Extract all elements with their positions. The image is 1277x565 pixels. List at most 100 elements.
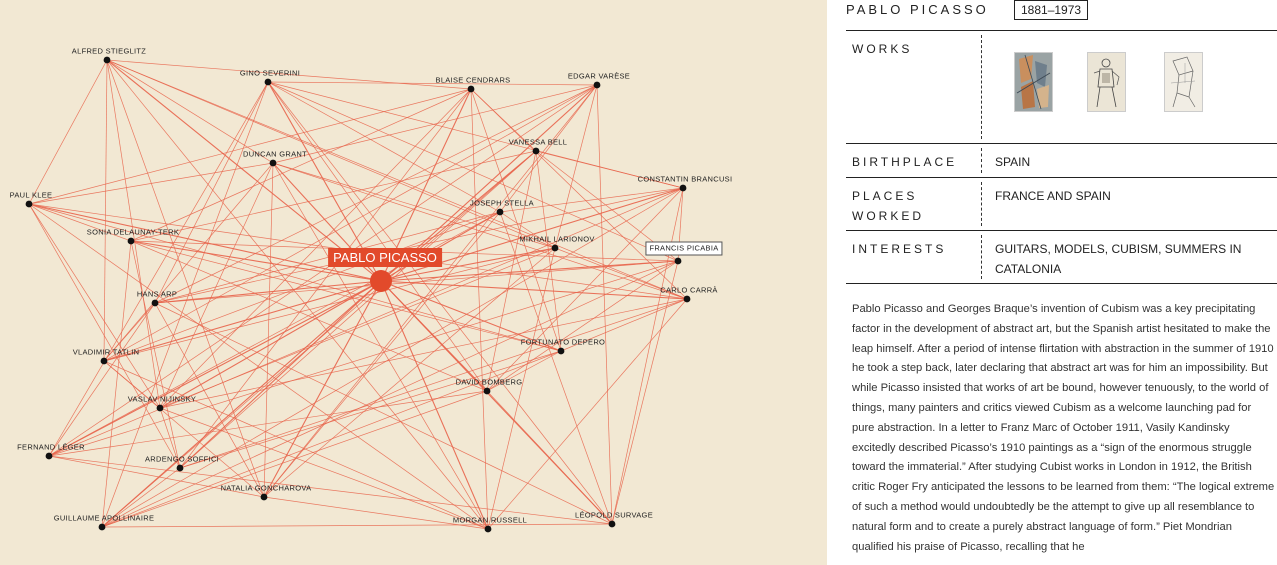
node-label-nijinsky[interactable]: VASLAV NIJINSKY — [128, 395, 196, 404]
edge-stieglitz-tatlin — [103, 59, 108, 362]
node-russell[interactable] — [484, 525, 492, 533]
row-divider — [981, 148, 982, 173]
node-label-stieglitz[interactable]: ALFRED STIEGLITZ — [72, 47, 146, 56]
node-arp[interactable] — [151, 299, 159, 307]
node-stieglitz[interactable] — [103, 56, 111, 64]
node-label-cendrars[interactable]: BLAISE CENDRARS — [436, 76, 511, 85]
focus-node[interactable] — [370, 270, 392, 292]
node-label-klee[interactable]: PAUL KLEE — [10, 191, 53, 200]
artist-header: PABLO PICASSO 1881–1973 — [846, 0, 1277, 31]
node-picabia[interactable] — [674, 257, 682, 265]
edge-focus-klee — [28, 203, 382, 282]
edge-stieglitz-goncharova — [106, 59, 265, 498]
birthplace-label: BIRTHPLACE — [852, 155, 958, 169]
edge-tatlin-goncharova — [103, 360, 265, 498]
node-label-survage[interactable]: LÉOPOLD SURVAGE — [575, 511, 653, 520]
node-bomberg[interactable] — [483, 387, 491, 395]
node-depero[interactable] — [557, 347, 565, 355]
node-delaunay[interactable] — [127, 237, 135, 245]
node-label-depero[interactable]: FORTUNATO DEPERO — [521, 338, 605, 347]
node-brancusi[interactable] — [679, 184, 687, 192]
edge-focus-russell — [380, 280, 489, 530]
edge-klee-soffici — [28, 203, 181, 469]
artist-name: PABLO PICASSO — [846, 2, 989, 17]
edge-cendrars-delaunay — [130, 88, 472, 242]
birthplace-row: BIRTHPLACE SPAIN — [846, 144, 1277, 178]
artwork-thumbnail-2[interactable] — [1087, 52, 1126, 112]
node-label-leger[interactable]: FERNAND LÉGER — [17, 443, 85, 452]
node-grant[interactable] — [269, 159, 277, 167]
edge-grant-nijinsky — [159, 162, 274, 409]
row-divider — [981, 35, 982, 139]
node-varese[interactable] — [593, 81, 601, 89]
node-apollinaire[interactable] — [98, 523, 106, 531]
birthplace-value: SPAIN — [995, 155, 1031, 169]
node-label-apollinaire[interactable]: GUILLAUME APOLLINAIRE — [54, 514, 155, 523]
edge-larionov-goncharova — [263, 247, 556, 498]
node-label-severini[interactable]: GINO SEVERINI — [240, 69, 300, 78]
works-row: WORKS — [846, 31, 1277, 144]
node-label-grant[interactable]: DUNCAN GRANT — [243, 150, 307, 159]
network-graph-canvas[interactable] — [0, 0, 827, 565]
edge-cendrars-klee — [28, 88, 472, 205]
artwork-thumbnail-3[interactable] — [1164, 52, 1203, 112]
node-cendrars[interactable] — [467, 85, 475, 93]
node-label-carra[interactable]: CARLO CARRÀ — [660, 286, 717, 295]
artist-description: Pablo Picasso and Georges Braque’s inven… — [852, 303, 1275, 553]
node-label-picabia[interactable]: FRANCIS PICABIA — [645, 241, 723, 255]
places-worked-label: PLACES WORKED — [852, 189, 924, 223]
edge-severini-varese — [267, 81, 598, 86]
places-worked-value: FRANCE AND SPAIN — [995, 189, 1111, 203]
edge-focus-stella — [380, 211, 501, 282]
edge-varese-survage — [596, 84, 613, 525]
node-carra[interactable] — [683, 295, 691, 303]
edge-severini-arp — [154, 81, 269, 304]
node-severini[interactable] — [264, 78, 272, 86]
node-klee[interactable] — [25, 200, 33, 208]
row-divider — [981, 182, 982, 226]
edge-picabia-survage — [611, 260, 679, 525]
edge-varese-stella — [499, 84, 598, 213]
node-label-delaunay[interactable]: SONIA DELAUNAY-TERK — [87, 228, 179, 237]
network-graph[interactable]: ALFRED STIEGLITZ GINO SEVERINI BLAISE CEND… — [0, 0, 827, 565]
node-leger[interactable] — [45, 452, 53, 460]
node-larionov[interactable] — [551, 244, 559, 252]
focus-node-label[interactable]: PABLO PICASSO — [328, 248, 442, 267]
node-nijinsky[interactable] — [156, 404, 164, 412]
node-label-brancusi[interactable]: CONSTANTIN BRANCUSI — [638, 175, 733, 184]
places-worked-row: PLACES WORKED FRANCE AND SPAIN — [846, 178, 1277, 231]
edge-varese-grant — [272, 84, 598, 164]
edge-apollinaire-survage — [101, 523, 613, 528]
node-survage[interactable] — [608, 520, 616, 528]
node-label-varese[interactable]: EDGAR VARÈSE — [568, 72, 630, 81]
node-label-larionov[interactable]: MIKHAIL LARIONOV — [519, 235, 594, 244]
node-label-soffici[interactable]: ARDENGO SOFFICI — [145, 455, 219, 464]
node-label-bomberg[interactable]: DAVID BOMBERG — [456, 378, 523, 387]
edge-brancusi-survage — [611, 187, 684, 525]
interests-value: GUITARS, MODELS, CUBISM, SUMMERS IN CATA… — [995, 242, 1242, 276]
artist-info-panel: PABLO PICASSO 1881–1973 WORKS BIRTHPLACE… — [827, 0, 1277, 565]
edge-arp-leger — [48, 302, 156, 457]
node-label-arp[interactable]: HANS ARP — [137, 290, 177, 299]
node-label-russell[interactable]: MORGAN RUSSELL — [453, 516, 527, 525]
node-goncharova[interactable] — [260, 493, 268, 501]
node-bell[interactable] — [532, 147, 540, 155]
node-soffici[interactable] — [176, 464, 184, 472]
edge-delaunay-apollinaire — [101, 240, 132, 528]
artist-dates: 1881–1973 — [1014, 0, 1089, 20]
artwork-thumbnail-1[interactable] — [1014, 52, 1053, 112]
node-label-bell[interactable]: VANESSA BELL — [509, 138, 568, 147]
node-label-goncharova[interactable]: NATALIA GONCHAROVA — [221, 484, 312, 493]
row-divider — [981, 235, 982, 279]
node-label-tatlin[interactable]: VLADIMIR TATLIN — [73, 348, 140, 357]
edge-severini-survage — [267, 81, 613, 525]
node-label-stella[interactable]: JOSEPH STELLA — [470, 199, 534, 208]
interests-row: INTERESTS GUITARS, MODELS, CUBISM, SUMME… — [846, 231, 1277, 284]
edge-focus-goncharova — [263, 280, 382, 498]
works-label: WORKS — [852, 42, 913, 56]
node-tatlin[interactable] — [100, 357, 108, 365]
edge-carra-russell — [487, 298, 688, 530]
edge-picabia-bomberg — [486, 260, 679, 392]
node-stella[interactable] — [496, 208, 504, 216]
edge-focus-soffici — [179, 280, 382, 469]
